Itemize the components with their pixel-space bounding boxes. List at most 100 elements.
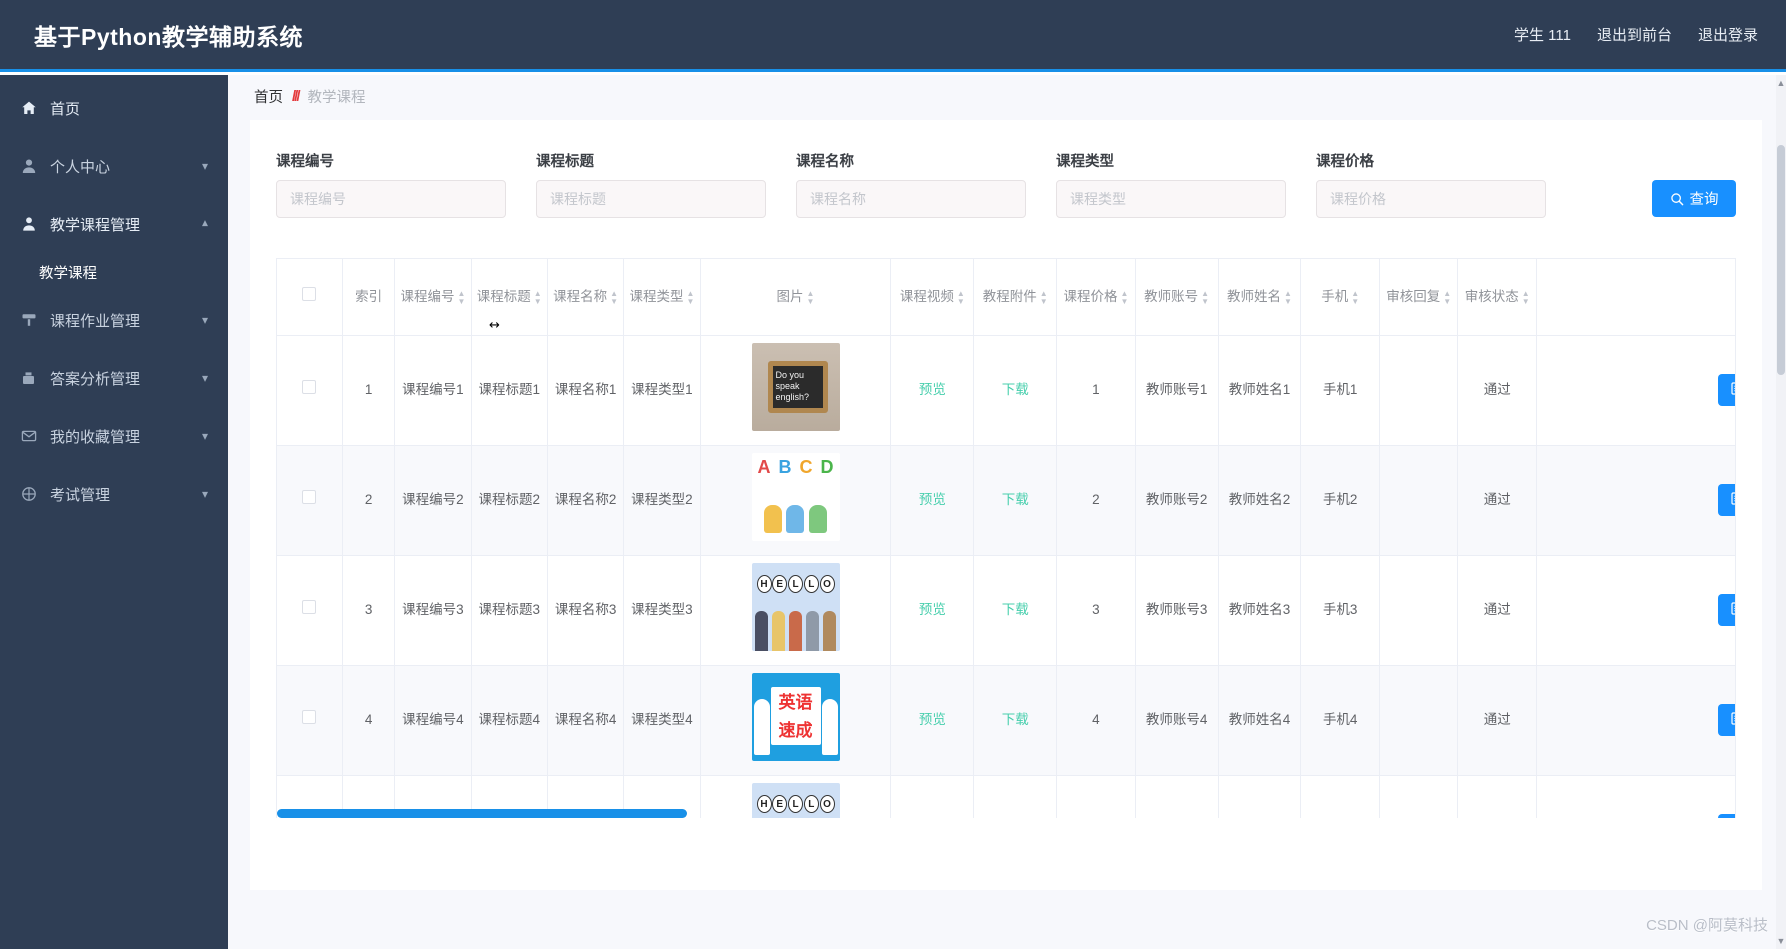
cell-picture[interactable]: 英语 速成: [700, 665, 892, 776]
row-select-cell[interactable]: [277, 335, 343, 446]
page-scrollbar[interactable]: ▲ ▼: [1776, 75, 1786, 949]
table-row[interactable]: 1 课程编号1 课程标题1 课程名称1 课程类型1 Do you speak eng…: [277, 335, 1735, 446]
preview-link[interactable]: 预览: [919, 382, 946, 397]
cell-attachment[interactable]: 下载: [973, 555, 1058, 666]
main-content: 首页 /// 教学课程 课程编号 课程标题 课程名称: [228, 75, 1786, 949]
th-video[interactable]: 课程视频 ▲ ▼: [890, 259, 975, 336]
th-course-type[interactable]: 课程类型 ▲ ▼: [623, 259, 701, 336]
download-link[interactable]: 下载: [1002, 382, 1029, 397]
th-teacher-name[interactable]: 教师姓名 ▲ ▼: [1218, 259, 1302, 336]
cell-course-no: 课程编号3: [394, 555, 472, 666]
th-index: 索引: [342, 259, 396, 336]
search-input-course-no[interactable]: [276, 180, 506, 218]
sort-icon[interactable]: ▲ ▼: [534, 289, 542, 305]
row-checkbox[interactable]: [302, 710, 317, 725]
sort-icon[interactable]: ▲ ▼: [686, 289, 694, 305]
th-label: 索引: [355, 288, 383, 304]
detail-button[interactable]: 详情: [1718, 594, 1735, 626]
th-picture[interactable]: 图片 ▲ ▼: [700, 259, 892, 336]
sidebar-item-personal-center[interactable]: 个人中心 ▾: [0, 141, 228, 191]
th-course-name[interactable]: 课程名称 ▲ ▼: [547, 259, 625, 336]
sort-icon[interactable]: ▲ ▼: [1120, 289, 1128, 305]
row-select-cell[interactable]: [277, 555, 343, 666]
sort-icon[interactable]: ▲ ▼: [1522, 289, 1530, 305]
th-audit-reply[interactable]: 审核回复 ▲ ▼: [1379, 259, 1459, 336]
cell-picture[interactable]: Do you speak english?: [700, 335, 892, 446]
sort-icon[interactable]: ▲ ▼: [1443, 289, 1451, 305]
sort-icon[interactable]: ▲ ▼: [957, 289, 965, 305]
row-select-cell[interactable]: [277, 665, 343, 776]
table-row[interactable]: 4 课程编号4 课程标题4 课程名称4 课程类型4 英语 速成 预览 下载 4 …: [277, 665, 1735, 776]
detail-button[interactable]: 详情: [1718, 704, 1735, 736]
sort-icon[interactable]: ▲ ▼: [1284, 289, 1292, 305]
sidebar-item-homework-management[interactable]: 课程作业管理 ▾: [0, 295, 228, 345]
sidebar-item-home[interactable]: 首页: [0, 83, 228, 133]
course-thumbnail[interactable]: 英语 速成: [751, 673, 840, 762]
course-thumbnail[interactable]: Do you speak english?: [751, 343, 840, 432]
row-checkbox[interactable]: [302, 490, 317, 505]
breadcrumb-home[interactable]: 首页: [254, 86, 283, 107]
preview-link[interactable]: 预览: [919, 492, 946, 507]
scroll-down-arrow-icon[interactable]: ▼: [1776, 935, 1786, 947]
preview-link[interactable]: 预览: [919, 712, 946, 727]
exit-to-front-link[interactable]: 退出到前台: [1597, 24, 1672, 45]
cell-operation: 详情: [1536, 445, 1735, 556]
table-horizontal-scrollbar[interactable]: [277, 809, 1735, 818]
search-input-course-name[interactable]: [796, 180, 1026, 218]
field-label: 课程标题: [536, 154, 594, 170]
detail-button[interactable]: 详情: [1718, 484, 1735, 516]
detail-button[interactable]: 详情: [1718, 374, 1735, 406]
download-link[interactable]: 下载: [1002, 712, 1029, 727]
sort-icon[interactable]: ▲ ▼: [1201, 289, 1209, 305]
sort-icon[interactable]: ▲ ▼: [807, 289, 815, 305]
th-label: 手机: [1321, 288, 1349, 304]
cell-picture[interactable]: ABCD: [700, 445, 892, 556]
cell-video[interactable]: 预览: [890, 665, 975, 776]
th-audit-status[interactable]: 审核状态 ▲ ▼: [1457, 259, 1537, 336]
sidebar-item-my-favorites[interactable]: 我的收藏管理 ▾: [0, 411, 228, 461]
sort-icon[interactable]: ▲ ▼: [1351, 289, 1359, 305]
scrollbar-thumb[interactable]: [277, 809, 687, 818]
th-phone[interactable]: 手机 ▲ ▼: [1300, 259, 1380, 336]
cell-attachment[interactable]: 下载: [973, 445, 1058, 556]
sort-icon[interactable]: ▲ ▼: [1040, 289, 1048, 305]
search-button[interactable]: 查询: [1652, 180, 1736, 217]
cell-picture[interactable]: HELLO: [700, 555, 892, 666]
row-checkbox[interactable]: [302, 600, 317, 615]
preview-link[interactable]: 预览: [919, 602, 946, 617]
sidebar-item-exam-management[interactable]: 考试管理 ▾: [0, 469, 228, 519]
cell-attachment[interactable]: 下载: [973, 335, 1058, 446]
page-scrollbar-thumb[interactable]: [1777, 145, 1785, 375]
cell-video[interactable]: 预览: [890, 445, 975, 556]
sort-icon[interactable]: ▲ ▼: [457, 289, 465, 305]
th-select-all[interactable]: [277, 259, 343, 336]
cell-video[interactable]: 预览: [890, 555, 975, 666]
th-attachment[interactable]: 教程附件 ▲ ▼: [973, 259, 1058, 336]
cell-index: 4: [342, 665, 396, 776]
row-select-cell[interactable]: [277, 445, 343, 556]
table-row[interactable]: 2 课程编号2 课程标题2 课程名称2 课程类型2 ABCD 预览 下载 2 教…: [277, 445, 1735, 556]
search-input-course-price[interactable]: [1316, 180, 1546, 218]
cell-attachment[interactable]: 下载: [973, 665, 1058, 776]
table-row[interactable]: 3 课程编号3 课程标题3 课程名称3 课程类型3 HELLO 预览 下载 3 …: [277, 555, 1735, 666]
course-thumbnail[interactable]: ABCD: [751, 453, 840, 542]
sidebar-item-answer-analysis[interactable]: 答案分析管理 ▾: [0, 353, 228, 403]
cell-course-name: 课程名称2: [547, 445, 625, 556]
select-all-checkbox[interactable]: [302, 286, 317, 301]
th-course-no[interactable]: 课程编号 ▲ ▼: [394, 259, 472, 336]
row-checkbox[interactable]: [302, 380, 317, 395]
th-teacher-account[interactable]: 教师账号 ▲ ▼: [1135, 259, 1219, 336]
download-link[interactable]: 下载: [1002, 492, 1029, 507]
sort-icon[interactable]: ▲ ▼: [610, 289, 618, 305]
th-price[interactable]: 课程价格 ▲ ▼: [1056, 259, 1136, 336]
logout-link[interactable]: 退出登录: [1698, 24, 1758, 45]
course-thumbnail[interactable]: HELLO: [751, 563, 840, 652]
sidebar-subitem-teaching-course[interactable]: 教学课程: [0, 249, 228, 295]
cell-teacher-name: 教师姓名1: [1218, 335, 1302, 446]
search-input-course-type[interactable]: [1056, 180, 1286, 218]
download-link[interactable]: 下载: [1002, 602, 1029, 617]
search-input-course-title[interactable]: [536, 180, 766, 218]
scroll-up-arrow-icon[interactable]: ▲: [1776, 77, 1786, 89]
cell-video[interactable]: 预览: [890, 335, 975, 446]
sidebar-item-course-management[interactable]: 教学课程管理 ▾: [0, 199, 228, 249]
